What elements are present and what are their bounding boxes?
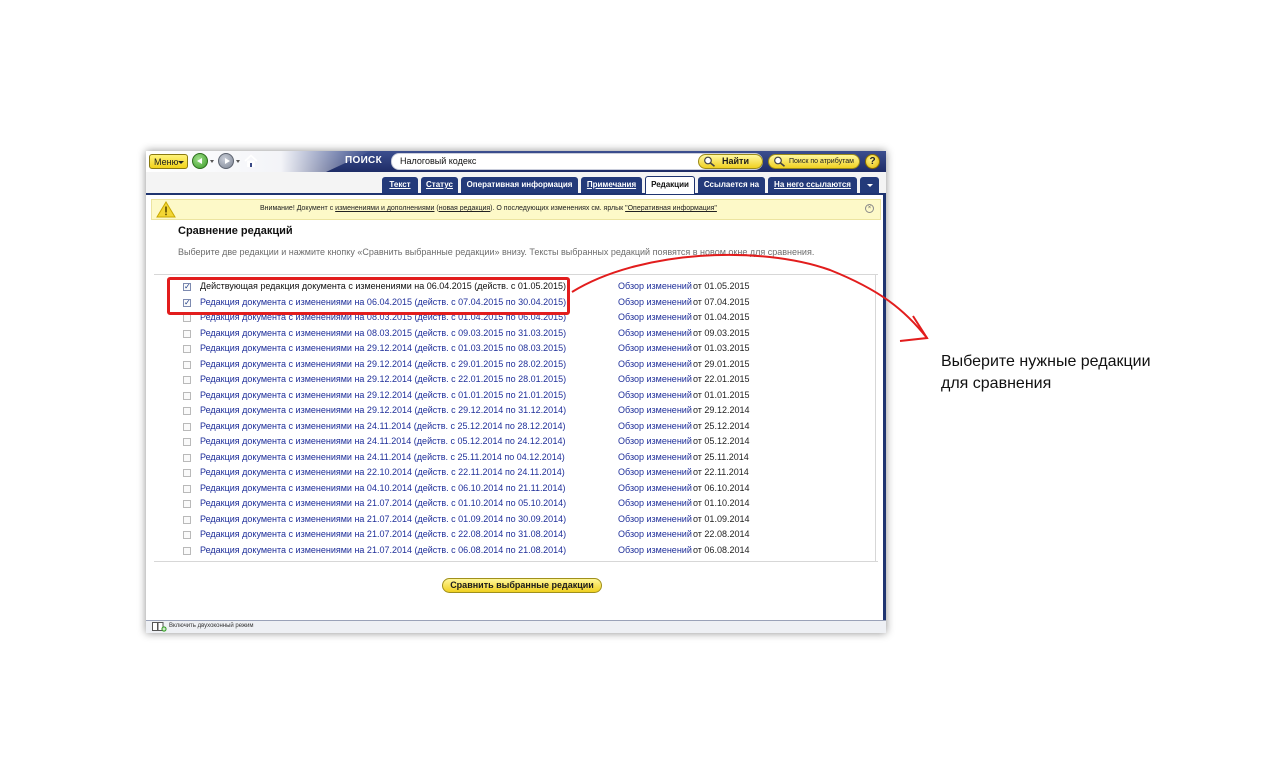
annotation-text: Выберите нужные редакции для сравнения <box>941 353 1151 392</box>
